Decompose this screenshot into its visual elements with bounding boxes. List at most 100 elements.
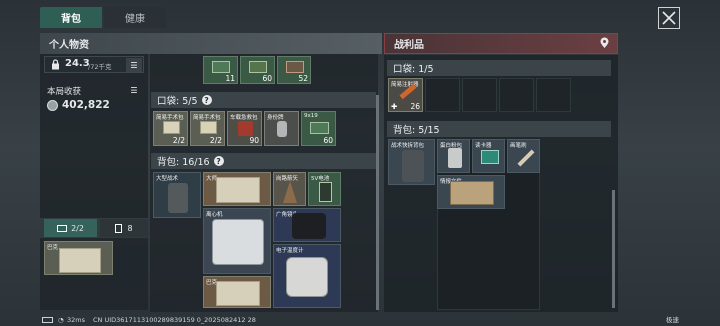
backpack-item-1-name: 大型战术 [156,176,179,182]
pocket-item-2-name: 简易手术包 [193,115,221,121]
top-item-1-count: 11 [225,74,235,83]
speed-text: 极速 [666,316,679,324]
tab-backpack[interactable]: 背包 [40,7,102,28]
loot-pocket-slot[interactable] [499,78,534,112]
backpack-item-1[interactable]: 大型战术 [153,172,201,218]
surgical-kit-icon [200,121,217,134]
loot-backpack-header: 背包: 5/15 [387,121,611,137]
loot-pocket-item-value: 26 [410,102,420,111]
loot-item-3-name: 读卡器 [475,143,492,149]
pocket-item-2[interactable]: 简易手术包 2/2 [190,111,225,146]
equip-tab-docs[interactable]: 8 [100,219,148,237]
pocket-item-1-value: 2/2 [172,136,185,145]
loot-scrollbar[interactable] [612,190,615,308]
loot-pocket-item[interactable]: 简易注射器 ✚ 26 [388,78,423,112]
top-item-2[interactable]: 60 [240,56,275,84]
top-item-3[interactable]: 52 [277,56,311,84]
paintbrush-icon [517,149,535,167]
backpack-item-8[interactable]: 巴克 [203,276,271,308]
loot-pocket-slot[interactable] [425,78,460,112]
folder-icon [450,181,494,205]
pocket-item-5[interactable]: 9x19 60 [301,111,336,146]
pocket-item-4[interactable]: 身份牌 [264,111,299,146]
inventory-scrollbar[interactable] [376,95,379,310]
backpack-icon [168,183,188,213]
backpack-item-4-name: 5V电池 [311,176,330,182]
earnings-value: 402,822 [62,99,110,111]
backpack-item-2[interactable]: 大师 [203,172,271,206]
close-icon [662,11,676,25]
left-column [40,118,148,218]
pocket-item-1-name: 简易手术包 [156,115,184,121]
top-item-1[interactable]: 11 [203,56,238,84]
earnings-label: 本局收获 [47,87,82,97]
help-icon[interactable]: ? [213,156,224,166]
loot-pocket-slot[interactable] [536,78,571,112]
equip-item[interactable]: 巴克 [44,241,113,275]
pocket-item-4-name: 身份牌 [267,115,284,121]
backpack-item-3-name: 岗路箭矢 [276,176,299,182]
ping-value: 32ms [67,316,85,324]
pocket-item-3-value: 90 [249,136,259,145]
pocket-item-3-name: 车载急救包 [230,115,258,121]
backpack-item-5-name: 离心机 [206,212,223,218]
thermometer-icon [286,257,328,297]
loot-title: 战利品 [394,40,424,51]
loot-pocket-title: 口袋: 1/5 [393,64,434,75]
loot-item-1[interactable]: 战术快拆背包 [388,139,435,185]
loot-item-4-name: 画笔刷 [510,143,527,149]
document-icon [115,223,123,233]
personal-header: 个人物资 [40,33,382,54]
earnings-list-button[interactable]: ☰ [126,83,142,97]
backpack-item-7[interactable]: 电子温度计 [273,244,341,308]
backpack-item-4[interactable]: 5V电池 [308,172,341,206]
briefcase-icon [57,224,68,232]
pocket-item-1[interactable]: 简易手术包 2/2 [153,111,188,146]
map-icon [216,281,260,306]
tab-health[interactable]: 健康 [104,7,166,28]
loot-item-1-name: 战术快拆背包 [391,143,425,149]
help-icon[interactable]: ? [201,95,212,105]
loot-item-4[interactable]: 画笔刷 [507,139,540,173]
ammo-box-red-icon [286,61,304,73]
equip-tab-gear-label: 2/2 [71,223,84,233]
uid-text: CN UID3617113100289839159 0_2025082412 2… [93,316,256,324]
location-pin-icon[interactable] [599,37,610,49]
weight-capacity: /72千克 [88,63,112,71]
backpack-item-5[interactable]: 离心机 [203,208,271,274]
lock-icon [52,59,59,70]
powder-bag-icon [448,148,462,168]
backpack-item-7-name: 电子温度计 [276,248,304,254]
pocket-item-3[interactable]: 车载急救包 90 [227,111,262,146]
pocket-item-5-name: 9x19 [304,113,318,119]
loot-item-3[interactable]: 读卡器 [472,139,505,173]
pocket-title: 口袋: 5/5 [157,96,198,107]
weight-list-button[interactable]: ☰ [126,58,142,72]
centrifuge-icon [212,219,264,265]
equip-tab-docs-label: 8 [127,223,133,233]
backpack-icon [402,150,424,182]
ammo-box-icon [249,61,267,73]
dog-tag-icon [277,121,287,137]
medkit-icon [212,61,230,73]
battery-indicator [42,317,53,323]
coin-icon [47,100,58,111]
battery-icon [319,182,332,202]
loot-backpack-title: 背包: 5/15 [393,125,440,136]
loot-item-2[interactable]: 蛋白粉包 [437,139,470,173]
backpack-item-3[interactable]: 岗路箭矢 [273,172,306,206]
equip-item-name: 巴克 [47,245,59,251]
equip-tab-gear[interactable]: 2/2 [44,219,97,237]
loot-header: 战利品 [384,33,618,54]
pocket-header: 口袋: 5/5? [151,92,376,108]
personal-title: 个人物资 [49,40,89,51]
loot-pocket-slot[interactable] [462,78,497,112]
backpack-item-6[interactable]: 广角镜头 [273,208,341,242]
plus-icon: ✚ [391,102,398,111]
loot-pocket-header: 口袋: 1/5 [387,60,611,76]
close-button[interactable] [658,7,680,29]
backpack-header: 背包: 16/16? [151,153,376,169]
loot-item-5[interactable]: 情报文件 [437,175,505,209]
top-item-2-count: 60 [262,74,272,83]
weight-value: 24.3 [65,58,90,69]
